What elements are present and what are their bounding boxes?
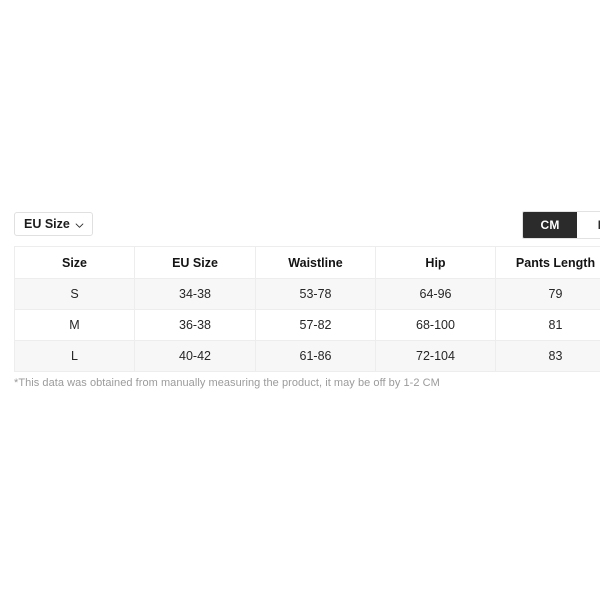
cell-pants-length: 83 [495, 340, 600, 372]
table-row: S 34-38 53-78 64-96 79 [14, 278, 600, 310]
cell-pants-length: 79 [495, 278, 600, 310]
size-table-body: S 34-38 53-78 64-96 79 M 36-38 57-82 68-… [14, 278, 600, 372]
cell-waistline: 53-78 [255, 278, 376, 310]
size-chart-toolbar: EU Size CM IN [0, 205, 600, 245]
cell-hip: 68-100 [375, 309, 496, 341]
size-table-header: Size EU Size Waistline Hip Pants Length [14, 246, 600, 279]
unit-toggle-group[interactable]: CM IN [522, 211, 600, 239]
table-header-row: Size EU Size Waistline Hip Pants Length [14, 246, 600, 279]
cell-size: L [14, 340, 135, 372]
cell-pants-length: 81 [495, 309, 600, 341]
cell-eu-size: 36-38 [134, 309, 256, 341]
unit-toggle-cm[interactable]: CM [523, 212, 577, 238]
size-system-label: EU Size [24, 217, 70, 231]
column-header-eu-size: EU Size [134, 246, 256, 279]
size-system-dropdown[interactable]: EU Size [14, 212, 93, 236]
unit-toggle-in[interactable]: IN [577, 212, 600, 238]
cell-size: M [14, 309, 135, 341]
table-row: M 36-38 57-82 68-100 81 [14, 309, 600, 341]
column-header-size: Size [14, 246, 135, 279]
measurement-disclaimer: *This data was obtained from manually me… [14, 377, 440, 389]
chevron-down-icon [75, 221, 84, 230]
table-row: L 40-42 61-86 72-104 83 [14, 340, 600, 372]
size-table-scroll-container[interactable]: Size EU Size Waistline Hip Pants Length … [14, 246, 600, 372]
cell-waistline: 61-86 [255, 340, 376, 372]
cell-eu-size: 34-38 [134, 278, 256, 310]
cell-eu-size: 40-42 [134, 340, 256, 372]
column-header-hip: Hip [375, 246, 496, 279]
cell-hip: 64-96 [375, 278, 496, 310]
cell-size: S [14, 278, 135, 310]
column-header-waistline: Waistline [255, 246, 376, 279]
column-header-pants-length: Pants Length [495, 246, 600, 279]
cell-waistline: 57-82 [255, 309, 376, 341]
size-table: Size EU Size Waistline Hip Pants Length … [14, 246, 600, 372]
size-chart-page: EU Size CM IN Size [0, 0, 600, 600]
cell-hip: 72-104 [375, 340, 496, 372]
